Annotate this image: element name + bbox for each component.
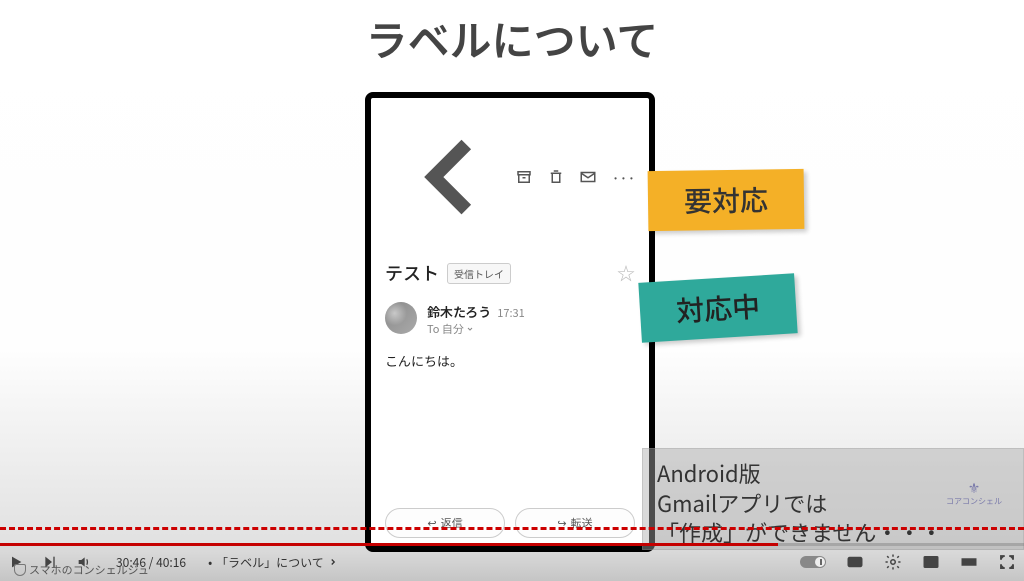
sender-row: 鈴木たろう 17:31 To 自分 (385, 302, 635, 337)
channel-logo-small: ⚜ コアコンシェル (946, 480, 1002, 506)
chapter-link[interactable]: • 「ラベル」について (208, 554, 338, 571)
email-body: こんにちは。 (385, 351, 635, 370)
email-toolbar: ··· (385, 112, 635, 242)
shield-icon (14, 564, 26, 576)
slide-title: ラベルについて (0, 0, 1024, 69)
label-tag-teal: 対応中 (638, 273, 797, 342)
reply-button[interactable]: ↩返信 (385, 508, 505, 538)
sender-name: 鈴木たろう (427, 302, 491, 321)
star-icon[interactable]: ☆ (617, 260, 635, 286)
avatar (385, 302, 417, 334)
inbox-label-chip: 受信トレイ (447, 263, 511, 284)
forward-button[interactable]: ↪転送 (515, 508, 635, 538)
fullscreen-icon[interactable] (998, 553, 1016, 571)
label-tag-yellow: 要対応 (648, 169, 805, 231)
reply-row: ↩返信 ↪転送 (385, 508, 635, 538)
subject-row: テスト 受信トレイ ☆ (385, 260, 635, 286)
sender-time: 17:31 (497, 305, 524, 321)
archive-icon[interactable] (515, 168, 533, 186)
settings-icon[interactable] (884, 553, 902, 571)
phone-mockup: ··· テスト 受信トレイ ☆ 鈴木たろう 17:31 To 自分 こんにちは。… (365, 92, 655, 552)
mail-icon[interactable] (579, 168, 597, 186)
autoplay-toggle[interactable] (800, 556, 826, 568)
progress-marker-line (0, 527, 1024, 530)
captions-icon[interactable] (846, 553, 864, 571)
recipient-line[interactable]: To 自分 (427, 321, 635, 337)
more-icon[interactable]: ··· (611, 165, 635, 189)
back-icon[interactable] (385, 112, 515, 242)
email-subject: テスト (385, 260, 439, 286)
miniplayer-icon[interactable] (922, 553, 940, 571)
theater-icon[interactable] (960, 553, 978, 571)
video-player-controls: 30:46 / 40:16 • 「ラベル」について (0, 543, 1024, 581)
channel-watermark[interactable]: スマホのコンシェルジュ (14, 562, 149, 578)
trash-icon[interactable] (547, 168, 565, 186)
